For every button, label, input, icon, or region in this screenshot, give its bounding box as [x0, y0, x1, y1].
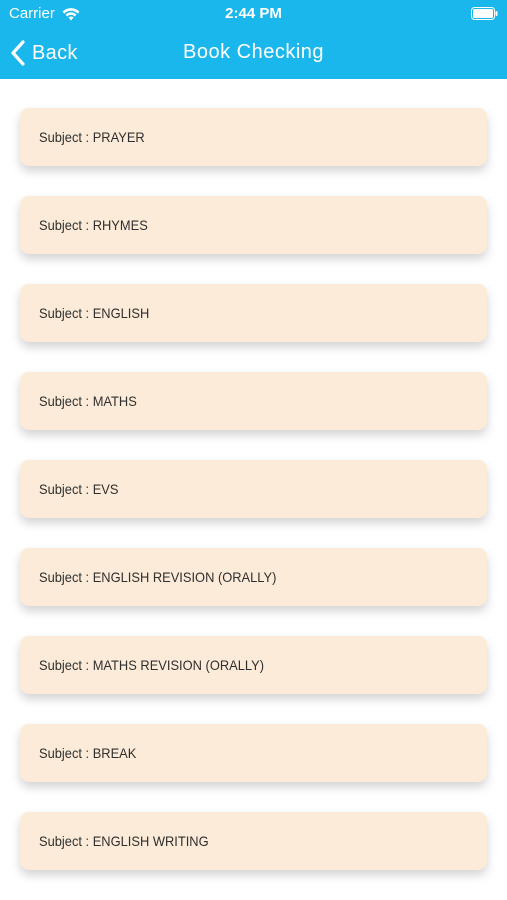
- subject-label: Subject : ENGLISH: [39, 305, 150, 321]
- subject-card[interactable]: Subject : MATHS: [20, 372, 487, 430]
- subject-list: Subject : PRAYER Subject : RHYMES Subjec…: [0, 79, 507, 900]
- subject-card[interactable]: Subject : PRAYER: [20, 108, 487, 166]
- subject-label: Subject : BREAK: [39, 745, 137, 761]
- status-time: 2:44 PM: [225, 5, 282, 22]
- subject-card[interactable]: Subject : MATHS REVISION (ORALLY): [20, 636, 487, 694]
- page-title: Book Checking: [182, 41, 325, 63]
- nav-bar: Back Book Checking: [0, 30, 507, 76]
- subject-label: Subject : MATHS: [39, 393, 137, 409]
- subject-card[interactable]: Subject : ENGLISH REVISION (ORALLY): [20, 548, 487, 606]
- battery-icon: [471, 7, 498, 20]
- subject-label: Subject : ENGLISH WRITING: [39, 833, 209, 849]
- subject-card[interactable]: Subject : ENGLISH WRITING: [20, 812, 487, 870]
- subject-card[interactable]: Subject : EVS: [20, 460, 487, 518]
- status-bar: Carrier 2:44 PM: [0, 0, 507, 28]
- subject-label: Subject : MATHS REVISION (ORALLY): [39, 657, 264, 673]
- subject-card[interactable]: Subject : ENGLISH: [20, 284, 487, 342]
- header: Carrier 2:44 PM Back Book Checking: [0, 0, 507, 79]
- subject-label: Subject : PRAYER: [39, 129, 145, 145]
- subject-label: Subject : ENGLISH REVISION (ORALLY): [39, 569, 277, 585]
- subject-label: Subject : RHYMES: [39, 217, 148, 233]
- subject-card[interactable]: Subject : RHYMES: [20, 196, 487, 254]
- subject-card[interactable]: Subject : BREAK: [20, 724, 487, 782]
- subject-label: Subject : EVS: [39, 481, 119, 497]
